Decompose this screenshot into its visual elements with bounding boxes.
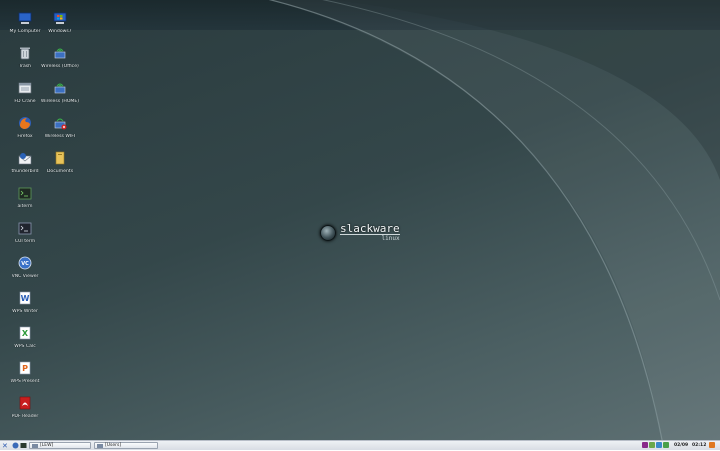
terminal-icon: [16, 220, 34, 236]
task-window-icon: [32, 443, 38, 448]
spreadsheet-icon: X: [16, 325, 34, 341]
taskbar-task-users[interactable]: [Users]: [94, 442, 158, 449]
tray-update-icon[interactable]: [663, 442, 669, 448]
taskbar: ✕ [LEW] [Users] 02/09 02:12: [0, 440, 720, 450]
desktop-icon-wps-present[interactable]: P WPS Present: [3, 360, 47, 385]
desktop-icon-wireless-home[interactable]: Wireless (HOME): [38, 80, 82, 105]
taskbar-task-lew[interactable]: [LEW]: [29, 442, 91, 449]
firefox-icon: [16, 115, 34, 131]
start-menu-icon[interactable]: ✕: [2, 442, 10, 450]
wireless-icon: [51, 80, 69, 96]
logo-brand-text: slackware: [340, 222, 400, 235]
writer-icon: W: [16, 290, 34, 306]
slackware-logo: slackware linux: [320, 222, 400, 242]
tray-volume-icon[interactable]: [656, 442, 662, 448]
tray-network-icon[interactable]: [649, 442, 655, 448]
logo-subtitle-text: linux: [381, 235, 400, 242]
taskbar-time[interactable]: 02:12: [692, 442, 706, 450]
wireless-disconnected-icon: [51, 115, 69, 131]
desktop-icon-wireless-wifi[interactable]: Wireless WIFI: [38, 115, 82, 140]
slackware-logo-icon: [320, 225, 336, 241]
wallpaper-arcs: [268, 0, 720, 440]
thunderbird-icon: [16, 150, 34, 166]
tray-notification-icon[interactable]: [709, 442, 715, 448]
tray-app-icon[interactable]: [642, 442, 648, 448]
desktop-icon-windows7[interactable]: Windows7: [38, 10, 82, 35]
desktop-icon-cui-term[interactable]: CUI term: [3, 220, 47, 245]
task-window-icon: [97, 443, 103, 448]
taskbar-date[interactable]: 02/09: [674, 442, 688, 450]
computer-icon: [16, 10, 34, 26]
desktop-icon-wps-writer[interactable]: W WPS Writer: [3, 290, 47, 315]
quicklaunch-browser-icon[interactable]: [12, 442, 19, 449]
desktop-icon-documents[interactable]: Documents: [38, 150, 82, 175]
desktop-icon-pdf-reader[interactable]: PDF Reader: [3, 395, 47, 420]
svg-text:VC: VC: [21, 261, 29, 267]
terminal-icon: [16, 185, 34, 201]
desktop-icon-vnc-viewer[interactable]: VC VNC Viewer: [3, 255, 47, 280]
svg-text:X: X: [22, 329, 29, 338]
wireless-icon: [51, 45, 69, 61]
pdf-icon: [16, 395, 34, 411]
desktop[interactable]: My Computer Trash FD Crane Firefox thund…: [0, 0, 720, 440]
desktop-icon-wireless-office[interactable]: Wireless (Office): [38, 45, 82, 70]
windows-icon: [51, 10, 69, 26]
desktop-icon-aiterm[interactable]: aiterm: [3, 185, 47, 210]
trash-icon: [16, 45, 34, 61]
quicklaunch-terminal-icon[interactable]: [20, 442, 27, 449]
svg-text:W: W: [21, 294, 30, 303]
vnc-icon: VC: [16, 255, 34, 271]
folder-icon: [51, 150, 69, 166]
window-icon: [16, 80, 34, 96]
desktop-icon-wps-calc[interactable]: X WPS Calc: [3, 325, 47, 350]
svg-text:P: P: [22, 364, 28, 373]
presentation-icon: P: [16, 360, 34, 376]
